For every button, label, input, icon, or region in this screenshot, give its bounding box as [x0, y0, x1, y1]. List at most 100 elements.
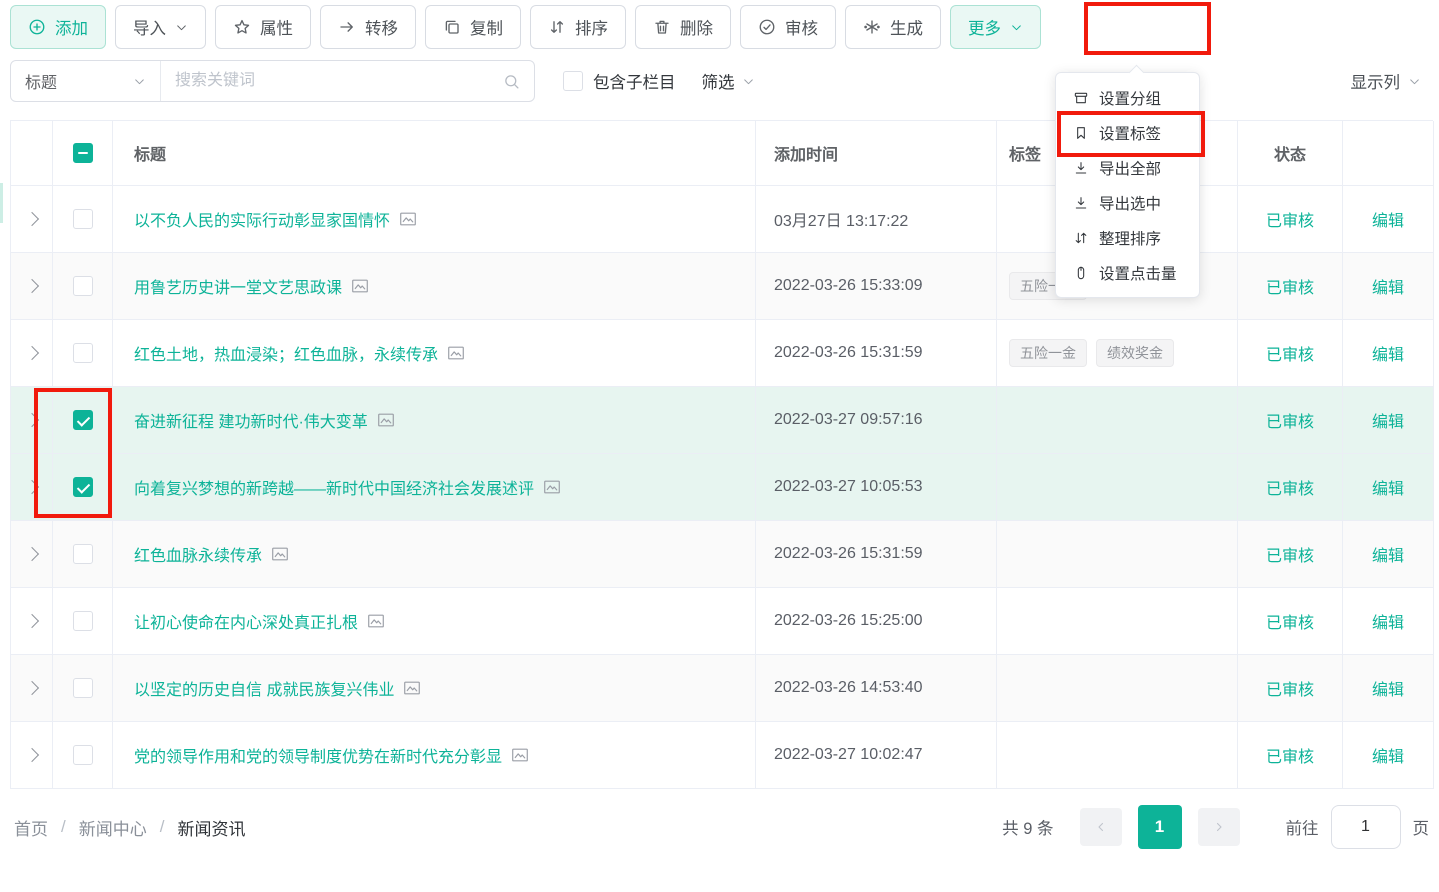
transfer-button[interactable]: 转移 [320, 5, 416, 49]
article-title-link[interactable]: 红色土地，热血浸染；红色血脉，永续传承 [134, 341, 465, 365]
search-input[interactable] [161, 61, 503, 101]
chevron-right-icon[interactable] [24, 547, 38, 561]
row-checkbox[interactable] [73, 611, 93, 631]
article-title-link[interactable]: 红色血脉永续传承 [134, 542, 289, 566]
status-cell: 已审核 [1238, 722, 1343, 789]
menu-item-organize-sort[interactable]: 整理排序 [1056, 220, 1199, 255]
review-button[interactable]: 审核 [740, 5, 836, 49]
include-children-checkbox[interactable] [563, 71, 583, 91]
row-checkbox[interactable] [73, 477, 93, 497]
chevron-right-icon[interactable] [24, 480, 38, 494]
row-checkbox[interactable] [73, 745, 93, 765]
row-expand-cell [11, 722, 53, 789]
article-title-link[interactable]: 用鲁艺历史讲一堂文艺思政课 [134, 274, 369, 298]
edit-link[interactable]: 编辑 [1372, 408, 1404, 432]
status-cell: 已审核 [1238, 588, 1343, 655]
row-checkbox[interactable] [73, 544, 93, 564]
chevron-right-icon[interactable] [24, 346, 38, 360]
row-expand-cell [11, 387, 53, 454]
row-checkbox[interactable] [73, 343, 93, 363]
menu-item-export-selected[interactable]: 导出选中 [1056, 185, 1199, 220]
status-cell: 已审核 [1238, 521, 1343, 588]
breadcrumb-news-center[interactable]: 新闻中心 [79, 815, 147, 840]
menu-item-set-tags[interactable]: 设置标签 [1056, 115, 1199, 150]
arrow-right-icon [338, 18, 356, 36]
next-page-button[interactable] [1198, 808, 1240, 846]
chevron-down-icon [742, 75, 755, 88]
time-cell: 03月27日 13:17:22 [756, 186, 997, 253]
row-checkbox[interactable] [73, 410, 93, 430]
sort-icon [548, 18, 566, 36]
chevron-right-icon[interactable] [24, 748, 38, 762]
edit-link[interactable]: 编辑 [1372, 341, 1404, 365]
table-row: 用鲁艺历史讲一堂文艺思政课 2022-03-26 15:33:09 五险一金 已… [11, 253, 1433, 320]
edit-link[interactable]: 编辑 [1372, 475, 1404, 499]
goto-page-input[interactable] [1331, 805, 1401, 849]
search-field-select[interactable]: 标题 [11, 61, 161, 101]
chevron-right-icon[interactable] [24, 413, 38, 427]
chevron-right-icon[interactable] [24, 681, 38, 695]
attributes-button[interactable]: 属性 [215, 5, 311, 49]
generate-button[interactable]: 生成 [845, 5, 941, 49]
row-checkbox[interactable] [73, 678, 93, 698]
title-column-header: 标题 [113, 121, 756, 186]
delete-button[interactable]: 删除 [635, 5, 731, 49]
menu-item-set-group[interactable]: 设置分组 [1056, 80, 1199, 115]
menu-item-label: 设置分组 [1099, 87, 1161, 109]
row-checkbox[interactable] [73, 276, 93, 296]
breadcrumb: 首页 / 新闻中心 / 新闻资讯 [14, 815, 245, 840]
image-icon [351, 278, 369, 294]
menu-item-export-all[interactable]: 导出全部 [1056, 150, 1199, 185]
article-title-link[interactable]: 向着复兴梦想的新跨越——新时代中国经济社会发展述评 [134, 475, 561, 499]
article-title: 让初心使命在内心深处真正扎根 [134, 609, 358, 633]
prev-page-button[interactable] [1080, 808, 1122, 846]
table-row: 奋进新征程 建功新时代·伟大变革 2022-03-27 09:57:16 已审核… [11, 387, 1433, 454]
chevron-right-icon[interactable] [24, 614, 38, 628]
show-columns-dropdown[interactable]: 显示列 [1351, 69, 1422, 93]
page-number-button[interactable]: 1 [1138, 805, 1182, 849]
toolbar: 添加 导入 属性 转移 复制 排序 删除 审核 [10, 5, 1041, 49]
edit-link[interactable]: 编辑 [1372, 274, 1404, 298]
time-cell: 2022-03-26 15:31:59 [756, 521, 997, 588]
article-title-link[interactable]: 党的领导作用和党的领导制度优势在新时代充分彰显 [134, 743, 529, 767]
article-title: 红色血脉永续传承 [134, 542, 262, 566]
table-row: 红色血脉永续传承 2022-03-26 15:31:59 已审核 编辑 [11, 521, 1433, 588]
include-children-label: 包含子栏目 [593, 69, 676, 93]
row-checkbox[interactable] [73, 209, 93, 229]
copy-button[interactable]: 复制 [425, 5, 521, 49]
download-icon [1073, 160, 1089, 176]
image-icon [447, 345, 465, 361]
show-columns-label: 显示列 [1351, 69, 1401, 93]
chevron-right-icon[interactable] [24, 279, 38, 293]
menu-item-set-clicks[interactable]: 设置点击量 [1056, 255, 1199, 290]
chevron-right-icon[interactable] [24, 212, 38, 226]
image-icon [377, 412, 395, 428]
status-badge: 已审核 [1266, 274, 1314, 298]
article-title-link[interactable]: 以坚定的历史自信 成就民族复兴伟业 [134, 676, 421, 700]
edit-link[interactable]: 编辑 [1372, 542, 1404, 566]
more-button[interactable]: 更多 [950, 5, 1041, 49]
title-cell: 向着复兴梦想的新跨越——新时代中国经济社会发展述评 [113, 454, 756, 521]
title-cell: 用鲁艺历史讲一堂文艺思政课 [113, 253, 756, 320]
import-button[interactable]: 导入 [115, 5, 206, 49]
button-label: 导入 [133, 15, 166, 39]
select-all-checkbox[interactable] [73, 143, 93, 163]
article-title-link[interactable]: 让初心使命在内心深处真正扎根 [134, 609, 385, 633]
time-cell: 2022-03-26 15:25:00 [756, 588, 997, 655]
action-cell: 编辑 [1343, 387, 1434, 454]
button-label: 审核 [785, 15, 818, 39]
filter-dropdown[interactable]: 筛选 [702, 69, 755, 93]
edit-link[interactable]: 编辑 [1372, 609, 1404, 633]
edit-link[interactable]: 编辑 [1372, 743, 1404, 767]
image-icon [399, 211, 417, 227]
edit-link[interactable]: 编辑 [1372, 207, 1404, 231]
edit-link[interactable]: 编辑 [1372, 676, 1404, 700]
add-button[interactable]: 添加 [10, 5, 106, 49]
article-title-link[interactable]: 以不负人民的实际行动彰显家国情怀 [134, 207, 417, 231]
sort-button[interactable]: 排序 [530, 5, 626, 49]
article-title-link[interactable]: 奋进新征程 建功新时代·伟大变革 [134, 408, 395, 432]
row-checkbox-cell [53, 521, 113, 588]
star-icon [233, 18, 251, 36]
breadcrumb-home[interactable]: 首页 [14, 815, 48, 840]
tags-cell [997, 722, 1238, 789]
